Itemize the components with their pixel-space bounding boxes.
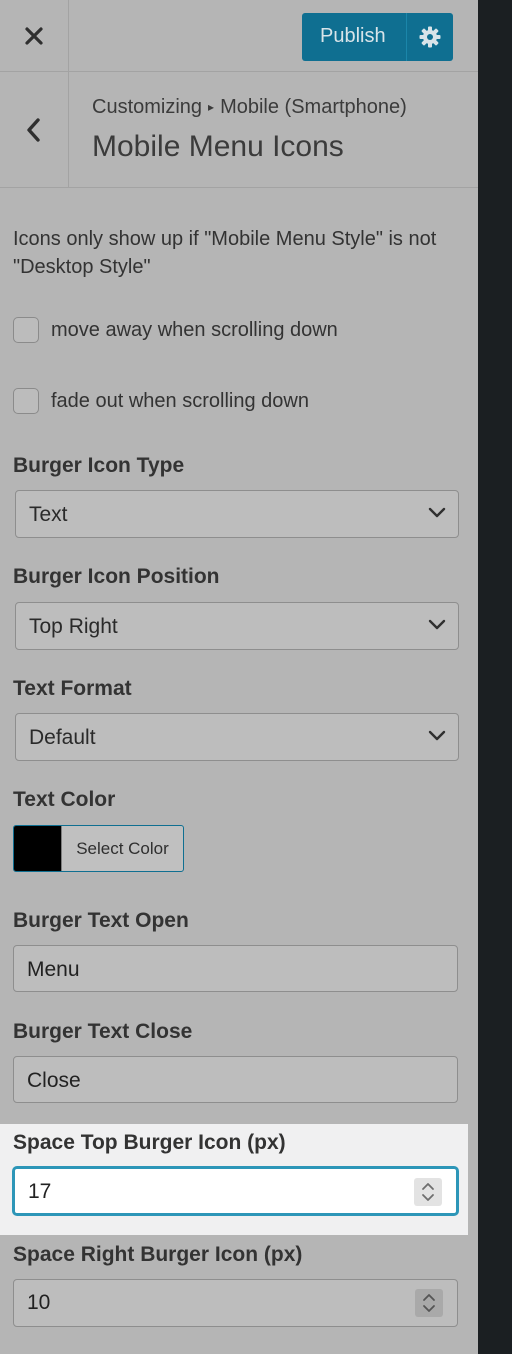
text-color-label: Text Color — [13, 788, 116, 811]
breadcrumb-parent: Customizing — [92, 96, 203, 118]
space-top-input[interactable]: 17 — [13, 1167, 458, 1215]
space-top-spinner[interactable] — [414, 1178, 442, 1206]
chevron-down-icon — [428, 730, 446, 741]
customizer-panel: Publish Customizing ▸ Mobile (Smartphone… — [0, 0, 478, 1354]
burger-text-open-label: Burger Text Open — [13, 909, 189, 932]
burger-icon-type-label: Burger Icon Type — [13, 454, 185, 477]
customizer-header: Publish — [0, 0, 478, 72]
move-away-checkbox[interactable] — [13, 317, 39, 343]
chevron-down-icon — [428, 619, 446, 630]
burger-text-open-input[interactable]: Menu — [13, 945, 458, 992]
fade-out-label: fade out when scrolling down — [51, 389, 309, 412]
section-description: Icons only show up if "Mobile Menu Style… — [13, 228, 437, 278]
burger-icon-position-value: Top Right — [29, 615, 118, 638]
spinner-arrows-icon — [423, 1294, 435, 1312]
section-title: Mobile Menu Icons — [92, 130, 344, 163]
chevron-left-icon — [27, 117, 40, 142]
publish-button[interactable]: Publish — [302, 13, 453, 61]
burger-icon-type-select[interactable]: Text — [15, 490, 459, 538]
breadcrumb-separator: ▸ — [208, 100, 215, 114]
space-right-value: 10 — [27, 1291, 51, 1314]
publish-divider — [406, 13, 407, 61]
burger-icon-position-label: Burger Icon Position — [13, 565, 220, 588]
space-right-input[interactable]: 10 — [13, 1279, 458, 1327]
back-button[interactable] — [0, 72, 69, 187]
burger-text-open-value: Menu — [27, 958, 80, 981]
space-right-spinner[interactable] — [415, 1289, 443, 1317]
close-icon — [25, 26, 43, 45]
select-color-label: Select Color — [61, 826, 183, 871]
chevron-down-icon — [428, 507, 446, 518]
move-away-label: move away when scrolling down — [51, 318, 338, 341]
space-top-label: Space Top Burger Icon (px) — [13, 1131, 286, 1154]
breadcrumb: Customizing ▸ Mobile (Smartphone) — [92, 96, 407, 119]
burger-icon-type-value: Text — [29, 503, 68, 526]
publish-label: Publish — [320, 25, 386, 47]
section-header: Customizing ▸ Mobile (Smartphone) Mobile M… — [0, 72, 478, 188]
select-color-button[interactable]: Select Color — [13, 825, 184, 872]
text-format-select[interactable]: Default — [15, 713, 459, 761]
spinner-arrows-icon — [422, 1183, 434, 1201]
fade-out-checkbox[interactable] — [13, 388, 39, 414]
space-top-value: 17 — [28, 1180, 52, 1203]
gear-icon[interactable] — [418, 25, 442, 49]
color-swatch — [14, 826, 61, 871]
breadcrumb-current: Mobile (Smartphone) — [220, 96, 407, 118]
text-format-label: Text Format — [13, 677, 132, 700]
fade-out-checkbox-row[interactable]: fade out when scrolling down — [13, 388, 309, 414]
burger-text-close-label: Burger Text Close — [13, 1020, 193, 1043]
burger-icon-position-select[interactable]: Top Right — [15, 602, 459, 650]
preview-area — [478, 0, 512, 1354]
text-format-value: Default — [29, 726, 96, 749]
move-away-checkbox-row[interactable]: move away when scrolling down — [13, 317, 338, 343]
burger-text-close-input[interactable]: Close — [13, 1056, 458, 1103]
close-button[interactable] — [0, 0, 69, 71]
burger-text-close-value: Close — [27, 1069, 81, 1092]
space-right-label: Space Right Burger Icon (px) — [13, 1243, 303, 1266]
